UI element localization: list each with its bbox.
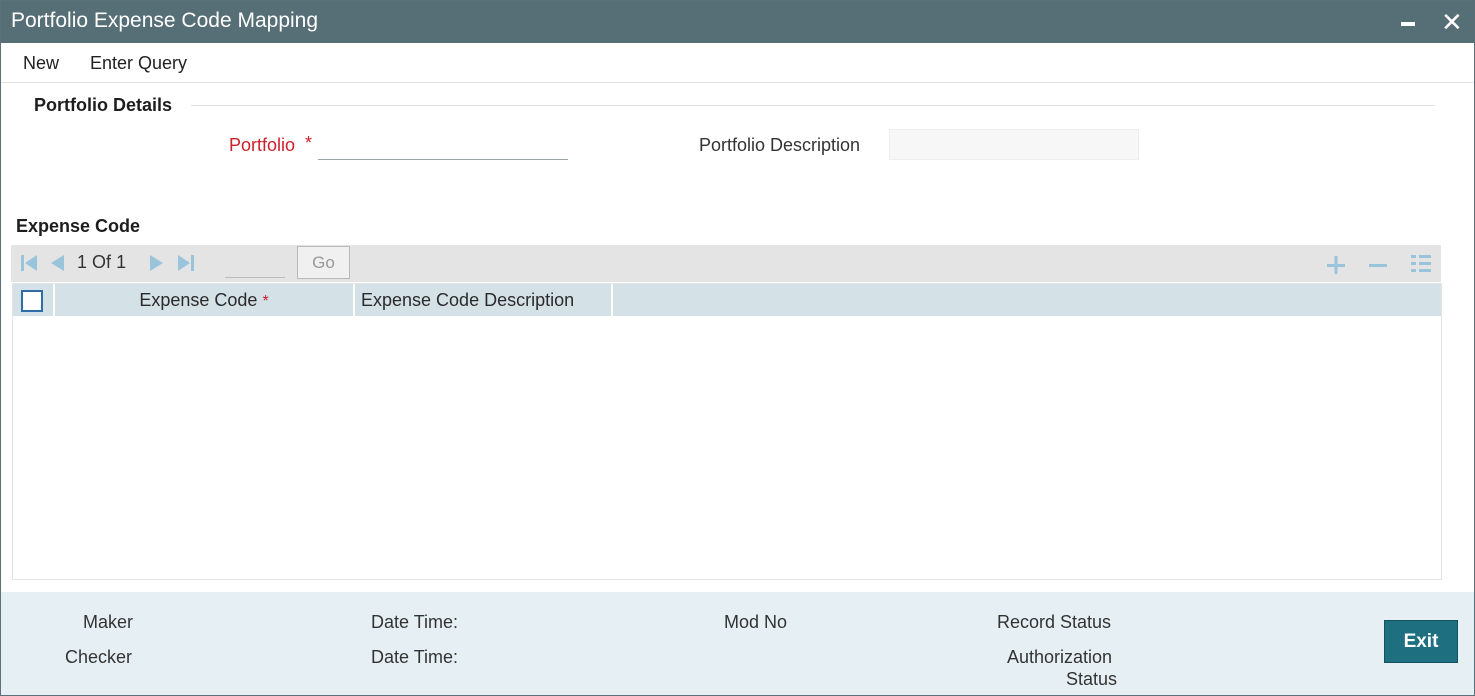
checker-datetime-label: Date Time: <box>371 647 459 667</box>
portfolio-description-label: Portfolio Description <box>699 135 861 155</box>
expense-code-grid: Expense Code * Expense Code Description <box>12 283 1442 580</box>
required-marker: * <box>262 293 269 310</box>
portfolio-description-field <box>889 129 1139 160</box>
exit-button[interactable]: Exit <box>1384 620 1458 663</box>
page-of-label: Of <box>92 252 112 272</box>
expense-code-column-label: Expense Code <box>139 290 258 310</box>
grid-header: Expense Code * Expense Code Description <box>13 284 1441 316</box>
menu-bar: New Enter Query <box>1 43 1474 83</box>
mod-no-label: Mod No <box>724 612 788 632</box>
close-icon[interactable]: ✕ <box>1441 7 1463 37</box>
previous-page-icon[interactable] <box>49 254 65 276</box>
column-header-expense-code[interactable]: Expense Code * <box>55 284 355 316</box>
column-list-icon[interactable] <box>1411 248 1431 285</box>
go-button[interactable]: Go <box>297 246 350 279</box>
add-row-icon[interactable] <box>1327 248 1345 285</box>
audit-footer: Maker Checker Date Time: Date Time: Mod … <box>1 592 1474 695</box>
title-bar: Portfolio Expense Code Mapping ✕ <box>1 1 1474 43</box>
section-divider <box>191 105 1435 106</box>
next-page-icon[interactable] <box>149 254 165 276</box>
grid-toolbar: 1 Of 1 Go <box>11 245 1441 282</box>
window-title: Portfolio Expense Code Mapping <box>11 9 319 32</box>
select-all-cell <box>13 284 55 316</box>
record-status-label: Record Status <box>997 612 1112 632</box>
last-page-icon[interactable] <box>178 254 194 276</box>
minimize-icon[interactable] <box>1401 22 1415 26</box>
page-number-input[interactable] <box>225 252 285 278</box>
portfolio-details-heading: Portfolio Details <box>34 95 173 115</box>
page-indicator: 1 Of 1 <box>77 252 126 273</box>
column-header-expense-code-description[interactable]: Expense Code Description <box>355 284 613 316</box>
required-marker: * <box>305 133 313 153</box>
current-page: 1 <box>77 252 88 272</box>
portfolio-expense-code-mapping-window: Portfolio Expense Code Mapping ✕ New Ent… <box>0 0 1475 696</box>
maker-label: Maker <box>83 612 134 632</box>
menu-enter-query[interactable]: Enter Query <box>90 53 187 74</box>
expense-code-heading: Expense Code <box>16 216 141 236</box>
menu-new[interactable]: New <box>23 53 59 74</box>
maker-datetime-label: Date Time: <box>371 612 459 632</box>
first-page-icon[interactable] <box>21 254 37 276</box>
select-all-checkbox[interactable] <box>21 290 43 312</box>
portfolio-label: Portfolio <box>229 135 296 155</box>
total-pages: 1 <box>116 252 127 272</box>
delete-row-icon[interactable] <box>1369 248 1387 285</box>
authorization-status-label-line2: Status <box>1066 669 1118 689</box>
authorization-status-label: Authorization <box>1007 647 1113 667</box>
checker-label: Checker <box>65 647 133 667</box>
portfolio-input[interactable] <box>318 129 568 160</box>
expense-code-description-column-label: Expense Code Description <box>361 290 575 310</box>
